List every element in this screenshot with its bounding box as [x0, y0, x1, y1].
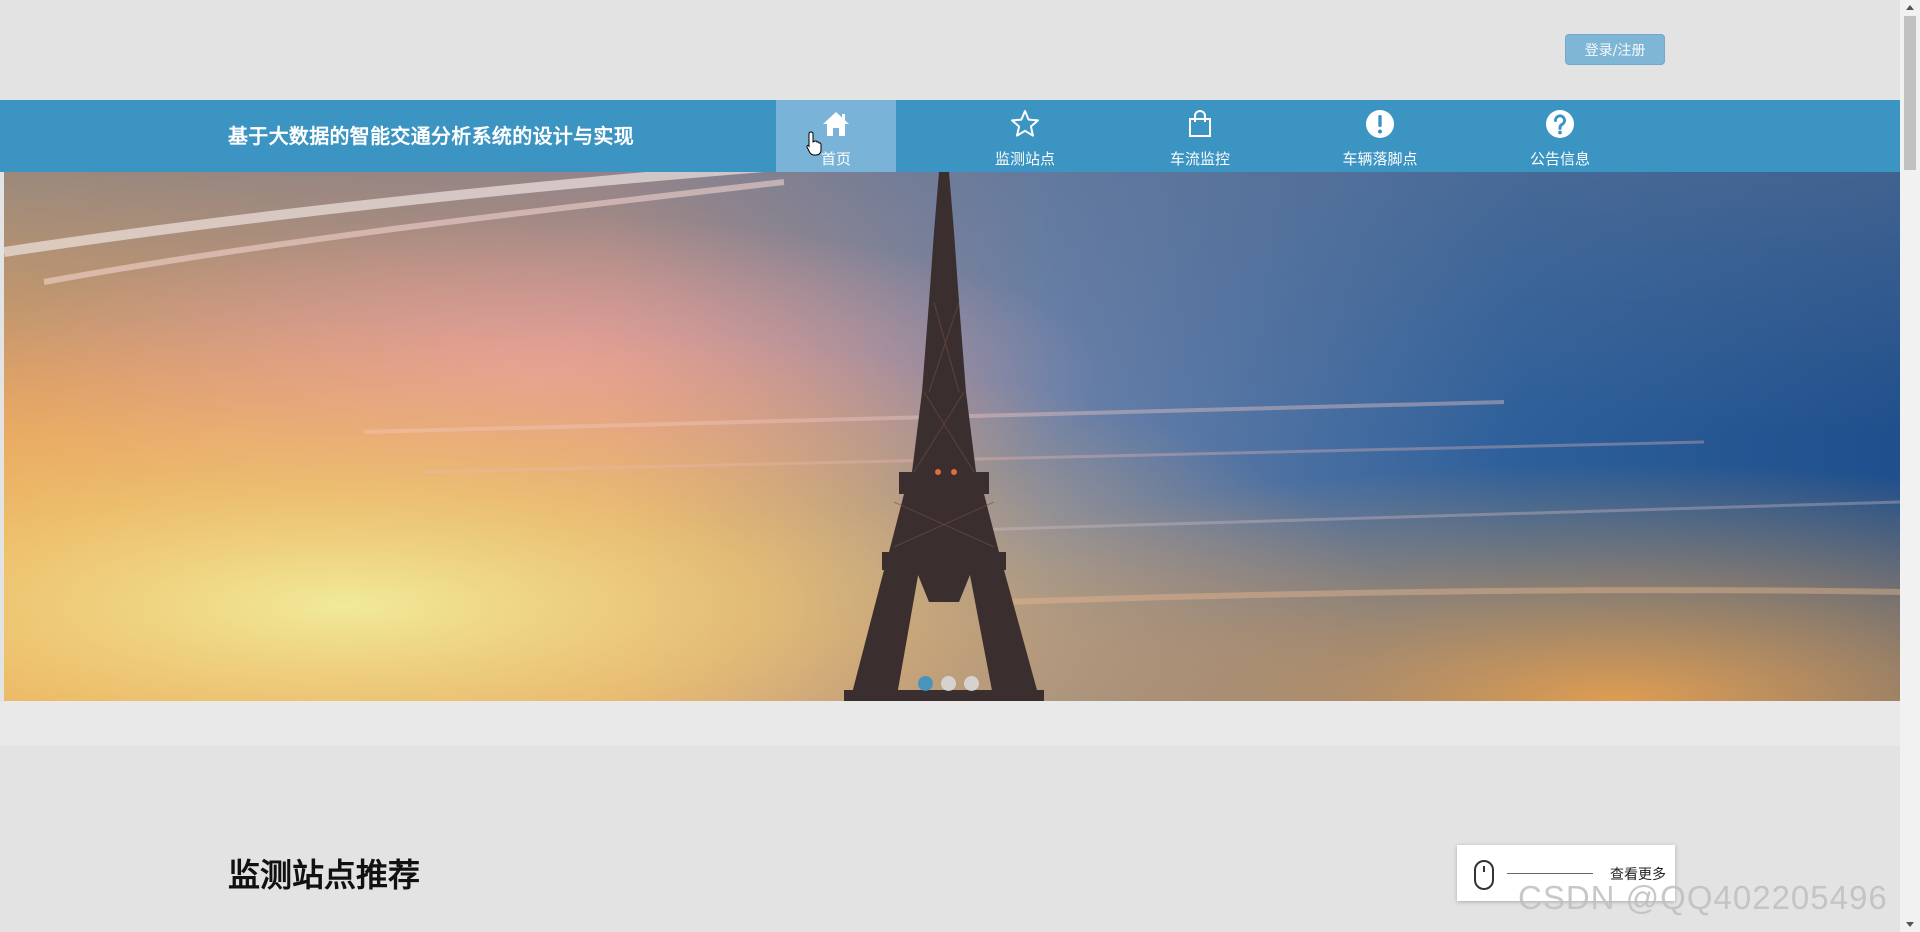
carousel-dot-3[interactable]	[964, 676, 979, 691]
carousel-dot-2[interactable]	[941, 676, 956, 691]
section-title: 监测站点推荐	[228, 856, 421, 894]
nav-item-stations[interactable]: 监测站点	[965, 100, 1085, 172]
banner-bottom-strip	[0, 701, 1900, 746]
divider-line	[1507, 873, 1593, 874]
scroll-up-arrow-icon[interactable]	[1906, 5, 1914, 10]
nav-item-label: 公告信息	[1529, 150, 1590, 168]
mouse-pointer-icon	[806, 131, 822, 156]
top-bar: 登录/注册	[0, 0, 1900, 100]
main-navbar: 基于大数据的智能交通分析系统的设计与实现 首页 监测站点 车流监控 车辆落脚点	[0, 100, 1900, 172]
home-icon	[823, 112, 849, 136]
hero-banner[interactable]	[4, 172, 1900, 701]
nav-item-label: 首页	[820, 150, 851, 168]
nav-item-vehicle-stops[interactable]: 车辆落脚点	[1320, 100, 1440, 172]
nav-item-home[interactable]: 首页	[776, 100, 896, 172]
site-title: 基于大数据的智能交通分析系统的设计与实现	[228, 124, 634, 148]
nav-item-announcements[interactable]: 公告信息	[1500, 100, 1620, 172]
eiffel-tower-sunset-image	[4, 172, 1900, 701]
question-circle-icon	[1546, 110, 1574, 138]
carousel-indicators	[918, 676, 979, 691]
carousel-dot-1[interactable]	[918, 676, 933, 691]
vertical-scrollbar[interactable]	[1900, 0, 1920, 932]
scroll-down-arrow-icon[interactable]	[1906, 922, 1914, 927]
star-icon	[1011, 110, 1039, 137]
exclamation-circle-icon	[1366, 110, 1394, 138]
scrollbar-thumb[interactable]	[1904, 16, 1916, 170]
nav-item-traffic-monitor[interactable]: 车流监控	[1140, 100, 1260, 172]
login-register-button[interactable]: 登录/注册	[1565, 34, 1665, 65]
nav-item-label: 车辆落脚点	[1342, 150, 1418, 168]
nav-item-label: 车流监控	[1169, 150, 1230, 168]
csdn-watermark: CSDN @QQ402205496	[1518, 879, 1888, 916]
nav-item-label: 监测站点	[994, 150, 1055, 168]
mouse-icon	[1474, 860, 1494, 890]
shopping-bag-icon	[1189, 110, 1211, 137]
